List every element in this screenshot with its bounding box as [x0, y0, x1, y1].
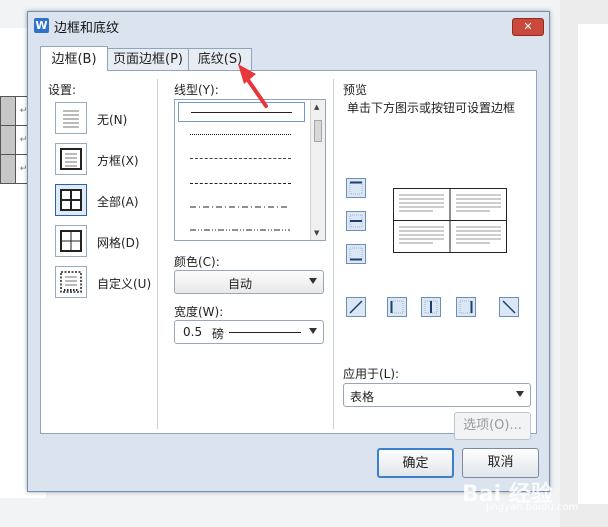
width-select[interactable]: 0.5 磅 — [174, 320, 324, 344]
setting-grid-label: 网格(D) — [97, 236, 140, 250]
setting-all-label: 全部(A) — [97, 195, 139, 209]
apply-to-value: 表格 — [350, 390, 375, 404]
apply-to-label: 应用于(L): — [343, 367, 400, 381]
all-borders-icon — [55, 184, 87, 216]
dialog-title: 边框和底纹 — [54, 21, 120, 36]
tab-page-border[interactable]: 页面边框(P) — [106, 48, 190, 71]
line-style-label: 线型(Y): — [174, 83, 219, 97]
inside-horizontal-border-button[interactable] — [346, 211, 366, 231]
setting-custom-label: 自定义(U) — [97, 277, 152, 291]
color-label: 颜色(C): — [174, 255, 220, 269]
diagonal-down-border-button[interactable] — [346, 297, 366, 317]
right-border-button[interactable] — [456, 297, 476, 317]
divider — [157, 79, 158, 429]
color-select[interactable]: 自动 — [174, 270, 324, 294]
dialog-titlebar[interactable]: W 边框和底纹 ✕ — [28, 12, 549, 38]
width-label: 宽度(W): — [174, 305, 224, 319]
inside-vertical-border-button[interactable] — [421, 297, 441, 317]
divider — [333, 79, 334, 429]
apply-to-select[interactable]: 表格 — [343, 383, 531, 407]
box-border-icon — [55, 143, 87, 175]
line-style-dashed[interactable] — [178, 174, 303, 192]
scroll-thumb[interactable] — [314, 120, 322, 142]
diagonal-up-border-button[interactable] — [499, 297, 519, 317]
line-style-scrollbar[interactable]: ▲ ▼ — [310, 100, 325, 240]
settings-label: 设置: — [48, 83, 77, 97]
line-style-dotted[interactable] — [178, 125, 303, 143]
cancel-button[interactable]: 取消 — [462, 448, 539, 478]
preview-hint: 单击下方图示或按钮可设置边框 — [347, 101, 516, 115]
ok-button[interactable]: 确定 — [377, 448, 454, 478]
wps-writer-icon: W — [34, 18, 49, 33]
tab-shading[interactable]: 底纹(S) — [188, 48, 252, 71]
custom-border-icon — [55, 266, 87, 298]
left-border-button[interactable] — [387, 297, 407, 317]
width-unit: 磅 — [212, 327, 225, 341]
line-style-dashed-fine[interactable] — [178, 149, 303, 167]
options-button[interactable]: 选项(O)... — [454, 412, 531, 440]
tab-borders[interactable]: 边框(B) — [40, 46, 108, 71]
watermark-url: jingyan.baidu.com — [486, 502, 579, 513]
scroll-down-icon[interactable]: ▼ — [314, 229, 319, 237]
chevron-down-icon — [309, 328, 317, 334]
setting-box-label: 方框(X) — [97, 154, 139, 168]
document-right-page — [578, 24, 608, 504]
width-value: 0.5 — [183, 325, 203, 339]
setting-none-label: 无(N) — [97, 113, 128, 127]
width-sample-line — [229, 332, 301, 333]
color-value: 自动 — [227, 277, 252, 291]
chevron-down-icon — [309, 278, 317, 284]
preview-label: 预览 — [343, 83, 368, 97]
preview-table[interactable] — [393, 188, 507, 254]
grid-border-icon — [55, 225, 87, 257]
chevron-down-icon — [516, 391, 524, 397]
line-style-solid[interactable] — [178, 102, 305, 122]
bottom-border-button[interactable] — [346, 244, 366, 264]
scroll-up-icon[interactable]: ▲ — [314, 103, 319, 111]
top-border-button[interactable] — [346, 178, 366, 198]
close-button[interactable]: ✕ — [512, 18, 544, 36]
line-style-dash-dot[interactable] — [178, 198, 303, 216]
line-style-dash-dot-dot[interactable] — [178, 221, 303, 239]
none-border-icon — [55, 102, 87, 134]
line-style-list[interactable]: ▲ ▼ — [174, 99, 326, 241]
